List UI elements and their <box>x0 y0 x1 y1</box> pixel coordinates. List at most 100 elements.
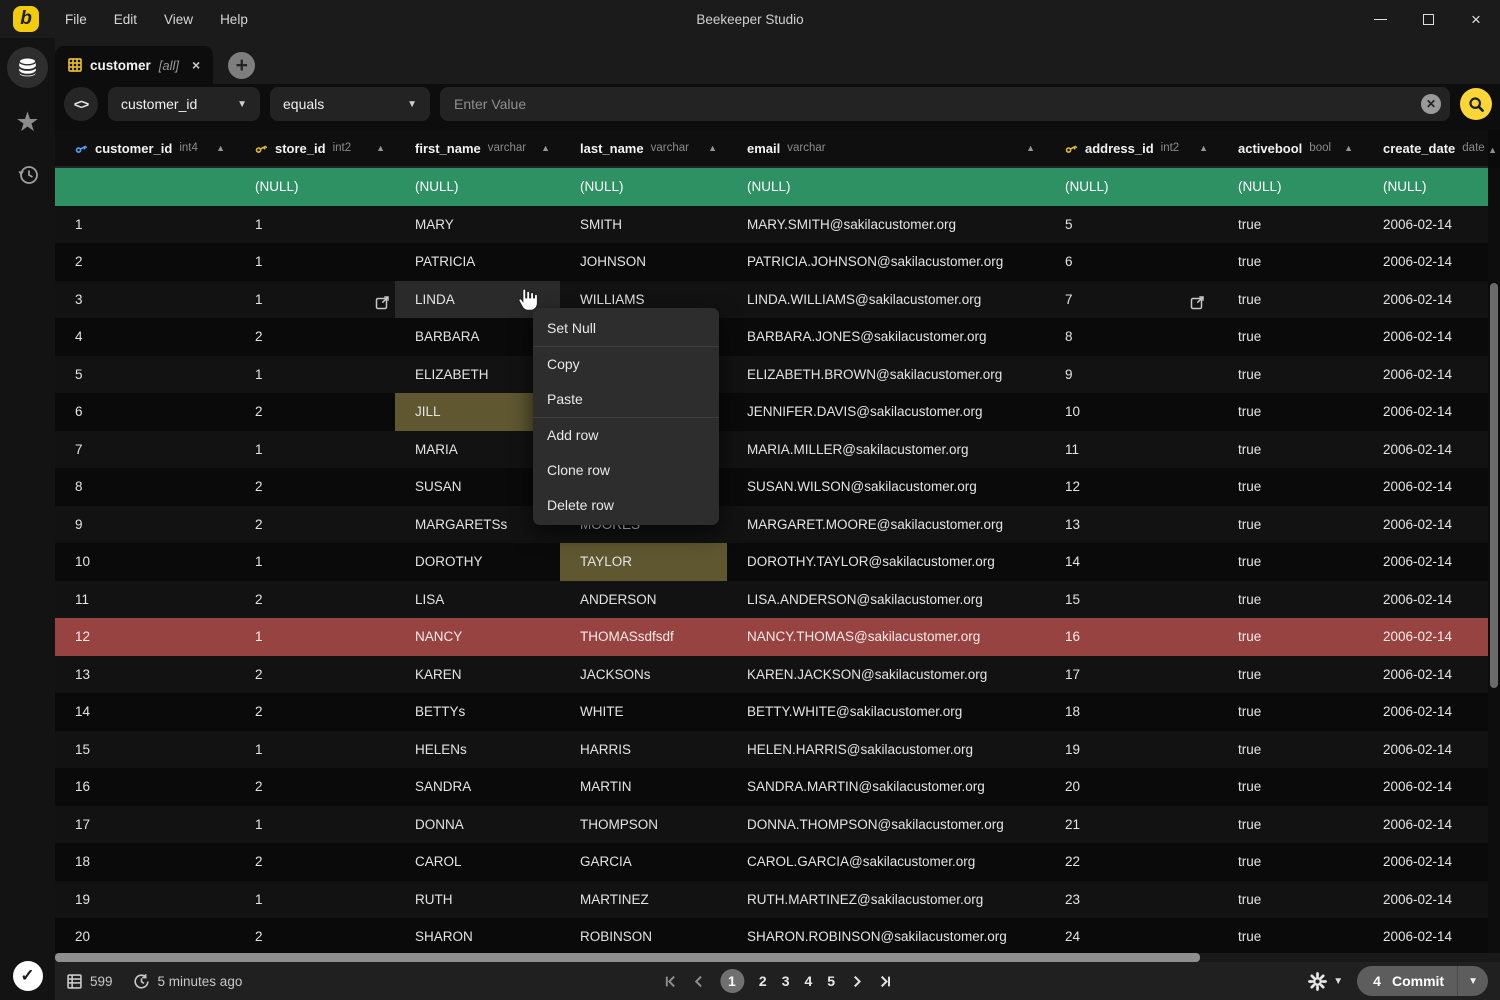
table-cell[interactable]: SMITH <box>560 206 727 244</box>
tab-close-icon[interactable]: × <box>192 57 200 73</box>
table-cell[interactable]: 19 <box>55 881 235 919</box>
table-cell[interactable]: 2006-02-14 <box>1363 656 1488 694</box>
page-button-5[interactable]: 5 <box>827 973 835 989</box>
table-cell[interactable]: 6 <box>1045 243 1218 281</box>
table-cell[interactable]: GARCIA <box>560 843 727 881</box>
table-cell[interactable]: (NULL) <box>235 168 395 206</box>
table-cell[interactable]: 2 <box>235 468 395 506</box>
table-cell[interactable]: 2006-02-14 <box>1363 206 1488 244</box>
sort-asc-icon[interactable]: ▲ <box>708 143 717 153</box>
context-menu-item-clone-row[interactable]: Clone row <box>533 452 719 488</box>
table-cell[interactable]: true <box>1218 656 1363 694</box>
table-cell[interactable]: true <box>1218 318 1363 356</box>
table-cell[interactable]: (NULL) <box>1363 168 1488 206</box>
table-cell[interactable]: SHARON <box>395 918 560 953</box>
table-cell[interactable]: NANCY.THOMAS@sakilacustomer.org <box>727 618 1045 656</box>
table-cell[interactable]: (NULL) <box>727 168 1045 206</box>
table-cell[interactable]: 21 <box>1045 806 1218 844</box>
table-cell[interactable]: 2 <box>235 656 395 694</box>
table-cell[interactable]: 12 <box>1045 468 1218 506</box>
menu-help[interactable]: Help <box>220 12 248 27</box>
table-cell[interactable]: 20 <box>55 918 235 953</box>
column-header-activebool[interactable]: activebool bool ▲ <box>1218 130 1363 166</box>
table-cell[interactable]: JENNIFER.DAVIS@sakilacustomer.org <box>727 393 1045 431</box>
table-cell[interactable]: BARBARA.JONES@sakilacustomer.org <box>727 318 1045 356</box>
table-cell[interactable]: DOROTHY <box>395 543 560 581</box>
table-cell[interactable]: WHITE <box>560 693 727 731</box>
table-cell[interactable]: true <box>1218 431 1363 469</box>
table-cell[interactable]: 7 <box>55 431 235 469</box>
table-cell[interactable]: DONNA.THOMPSON@sakilacustomer.org <box>727 806 1045 844</box>
table-cell[interactable] <box>55 168 235 206</box>
table-cell[interactable]: true <box>1218 881 1363 919</box>
table-cell[interactable]: 16 <box>55 768 235 806</box>
table-cell[interactable]: 10 <box>55 543 235 581</box>
sort-asc-icon[interactable]: ▲ <box>1026 143 1035 153</box>
table-cell[interactable]: KAREN.JACKSON@sakilacustomer.org <box>727 656 1045 694</box>
table-row[interactable]: 1 1 MARY SMITH MARY.SMITH@sakilacustomer… <box>55 206 1488 244</box>
table-cell[interactable]: 2 <box>235 768 395 806</box>
table-cell[interactable]: true <box>1218 806 1363 844</box>
table-cell[interactable]: 2 <box>235 843 395 881</box>
table-row[interactable]: 19 1 RUTH MARTINEZ RUTH.MARTINEZ@sakilac… <box>55 881 1488 919</box>
table-cell[interactable]: true <box>1218 281 1363 319</box>
context-menu-item-add-row[interactable]: Add row <box>533 417 719 453</box>
table-cell[interactable]: true <box>1218 843 1363 881</box>
table-cell[interactable]: MARTINEZ <box>560 881 727 919</box>
table-cell[interactable]: true <box>1218 393 1363 431</box>
table-cell[interactable]: 2 <box>235 506 395 544</box>
table-cell[interactable]: 4 <box>55 318 235 356</box>
sort-asc-icon[interactable]: ▲ <box>1199 143 1208 153</box>
table-cell[interactable]: 1 <box>235 431 395 469</box>
table-cell[interactable]: 15 <box>55 731 235 769</box>
table-cell[interactable]: 14 <box>55 693 235 731</box>
table-row[interactable]: (NULL) (NULL) (NULL) (NULL) (NULL) (NULL… <box>55 168 1488 206</box>
table-cell[interactable]: SANDRA <box>395 768 560 806</box>
table-cell[interactable]: CAROL.GARCIA@sakilacustomer.org <box>727 843 1045 881</box>
table-cell[interactable]: 10 <box>1045 393 1218 431</box>
table-cell[interactable]: 2006-02-14 <box>1363 581 1488 619</box>
table-cell[interactable]: TAYLOR <box>560 543 727 581</box>
close-button[interactable]: × <box>1452 0 1500 38</box>
table-cell[interactable]: 12 <box>55 618 235 656</box>
table-cell[interactable]: 2006-02-14 <box>1363 281 1488 319</box>
menu-edit[interactable]: Edit <box>114 12 137 27</box>
table-cell[interactable]: 2 <box>235 693 395 731</box>
table-cell[interactable]: 2006-02-14 <box>1363 768 1488 806</box>
column-header-last_name[interactable]: last_name varchar ▲ <box>560 130 727 166</box>
table-cell[interactable]: true <box>1218 506 1363 544</box>
table-row[interactable]: 14 2 BETTYs WHITE BETTY.WHITE@sakilacust… <box>55 693 1488 731</box>
table-cell[interactable]: 24 <box>1045 918 1218 953</box>
table-cell[interactable]: 1 <box>235 356 395 394</box>
page-button-2[interactable]: 2 <box>759 973 767 989</box>
table-row[interactable]: 4 2 BARBARA JONES BARBARA.JONES@sakilacu… <box>55 318 1488 356</box>
table-cell[interactable]: 2 <box>235 581 395 619</box>
table-cell[interactable]: (NULL) <box>560 168 727 206</box>
sql-toggle-button[interactable]: <> <box>64 87 98 121</box>
table-row[interactable]: 17 1 DONNA THOMPSON DONNA.THOMPSON@sakil… <box>55 806 1488 844</box>
table-cell[interactable]: 2006-02-14 <box>1363 806 1488 844</box>
gear-icon[interactable] <box>1308 972 1327 991</box>
table-cell[interactable]: 6 <box>55 393 235 431</box>
table-cell[interactable]: 2006-02-14 <box>1363 881 1488 919</box>
table-cell[interactable]: true <box>1218 618 1363 656</box>
table-cell[interactable]: HARRIS <box>560 731 727 769</box>
table-cell[interactable]: DOROTHY.TAYLOR@sakilacustomer.org <box>727 543 1045 581</box>
column-header-email[interactable]: email varchar ▲ <box>727 130 1045 166</box>
clear-filter-icon[interactable]: ✕ <box>1421 94 1441 114</box>
context-menu-item-set-null[interactable]: Set Null <box>533 310 719 346</box>
context-menu-item-paste[interactable]: Paste <box>533 381 719 417</box>
expand-cell-icon[interactable] <box>1190 295 1205 310</box>
table-cell[interactable]: JOHNSON <box>560 243 727 281</box>
table-cell[interactable]: 1 <box>235 543 395 581</box>
sort-asc-icon[interactable]: ▲ <box>376 143 385 153</box>
table-cell[interactable]: 2006-02-14 <box>1363 506 1488 544</box>
table-cell[interactable]: 16 <box>1045 618 1218 656</box>
table-cell[interactable]: 17 <box>1045 656 1218 694</box>
minimize-button[interactable] <box>1356 0 1404 38</box>
table-cell[interactable]: true <box>1218 206 1363 244</box>
sidebar-item-tables[interactable] <box>7 47 48 88</box>
vertical-scrollbar[interactable] <box>1488 168 1500 953</box>
table-cell[interactable]: PATRICIA.JOHNSON@sakilacustomer.org <box>727 243 1045 281</box>
table-row[interactable]: 10 1 DOROTHY TAYLOR DOROTHY.TAYLOR@sakil… <box>55 543 1488 581</box>
